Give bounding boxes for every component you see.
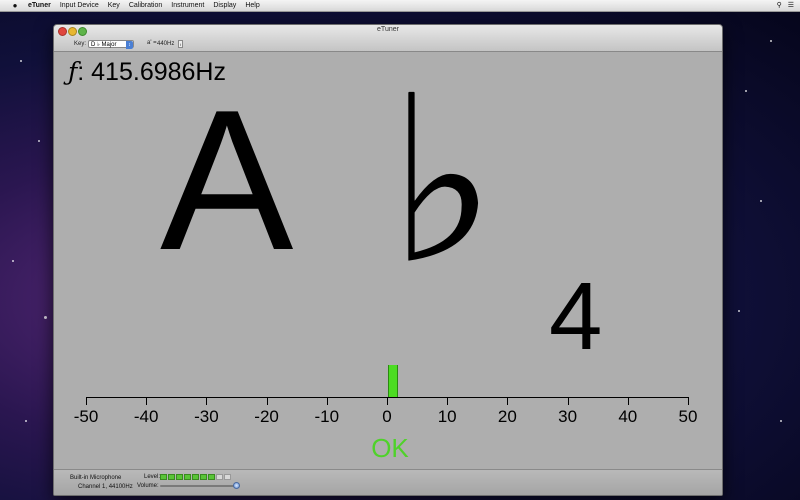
meter-tick [688, 397, 689, 405]
input-level-meter [160, 474, 231, 480]
tuning-needle [388, 365, 399, 397]
reference-pitch-label: a' = [147, 40, 157, 46]
meter-tick-label: -30 [194, 407, 219, 426]
level-label: Level: [144, 474, 161, 480]
desktop-star [745, 90, 747, 92]
meter-tick [627, 397, 629, 405]
volume-slider-track[interactable] [160, 485, 240, 487]
volume-label: Volume: [137, 483, 159, 489]
meter-tick [447, 397, 449, 405]
meter-tick-label: -20 [254, 407, 279, 426]
meter-tick [326, 397, 328, 405]
cents-meter: OK -50 -40 -30 -20 -10 0 10 20 30 40 50 [54, 355, 722, 463]
meter-tick [86, 397, 87, 405]
level-segment [200, 474, 207, 480]
menu-help[interactable]: Help [245, 0, 259, 11]
key-select[interactable]: D ♭ Major ↕ [88, 40, 134, 49]
menu-bar: ● eTuner Input Device Key Calibration In… [0, 0, 800, 12]
input-device-name: Built-in Microphone [70, 475, 122, 481]
meter-tick-label: 30 [558, 407, 578, 426]
note-name: A [160, 69, 294, 292]
frequency-symbol: ƒ [68, 57, 78, 86]
level-segment [176, 474, 183, 480]
meter-tick-label: -40 [133, 407, 159, 426]
level-segment [224, 474, 231, 480]
meter-tick-label: 10 [437, 407, 457, 426]
reference-pitch-value: 440Hz [157, 41, 175, 47]
volume-slider-knob[interactable] [232, 482, 240, 489]
meter-tick [387, 397, 388, 405]
level-segment [184, 474, 191, 480]
level-segment [208, 474, 215, 480]
menu-display[interactable]: Display [213, 0, 236, 11]
meter-tick [146, 397, 148, 405]
menu-extra-icon[interactable]: ☰ [788, 0, 794, 11]
window-title: eTuner [377, 26, 399, 33]
desktop-star [760, 200, 762, 202]
accidental-flat: ♭ [388, 48, 497, 315]
meter-tick [206, 397, 208, 405]
apple-menu-icon[interactable]: ● [8, 0, 22, 11]
input-channel-info: Channel 1, 44100Hz [78, 484, 133, 490]
desktop-star [25, 420, 27, 422]
desktop-star [738, 310, 740, 312]
meter-tick-label: 0 [382, 407, 392, 426]
reference-pitch-stepper[interactable]: ↕ [178, 40, 183, 48]
desktop-star [770, 40, 772, 42]
octave-number: 4 [549, 263, 603, 370]
spotlight-icon[interactable]: ⚲ [777, 0, 782, 11]
meter-tick-label: 40 [618, 407, 638, 426]
menu-key[interactable]: Key [108, 0, 120, 11]
menu-input-device[interactable]: Input Device [60, 0, 99, 11]
meter-tick-label: 20 [497, 407, 517, 426]
meter-tick-label: -50 [73, 407, 99, 426]
tuning-status: OK [371, 433, 409, 463]
level-segment [168, 474, 175, 480]
menu-app[interactable]: eTuner [28, 0, 51, 11]
desktop-star [44, 316, 47, 319]
desktop-star [780, 420, 782, 422]
meter-tick-label: 50 [678, 407, 698, 426]
meter-tick [567, 397, 569, 405]
status-bar: Built-in Microphone Channel 1, 44100Hz L… [54, 469, 722, 495]
key-label: Key: [74, 41, 87, 47]
desktop-star [38, 140, 40, 142]
key-select-value: D ♭ Major [91, 42, 117, 48]
level-segment [192, 474, 199, 480]
meter-tick [507, 397, 509, 405]
etuner-window: eTuner Key: D ♭ Major ↕ a' = 440Hz ↕ ƒ: … [53, 24, 723, 496]
menu-calibration[interactable]: Calibration [129, 0, 162, 11]
meter-tick-label: -10 [314, 407, 340, 426]
desktop-star [12, 260, 14, 262]
desktop-star [20, 60, 22, 62]
meter-tick [266, 397, 268, 405]
menu-instrument[interactable]: Instrument [171, 0, 204, 11]
level-segment [160, 474, 167, 480]
level-segment [216, 474, 223, 480]
select-arrows-icon: ↕ [126, 41, 133, 49]
